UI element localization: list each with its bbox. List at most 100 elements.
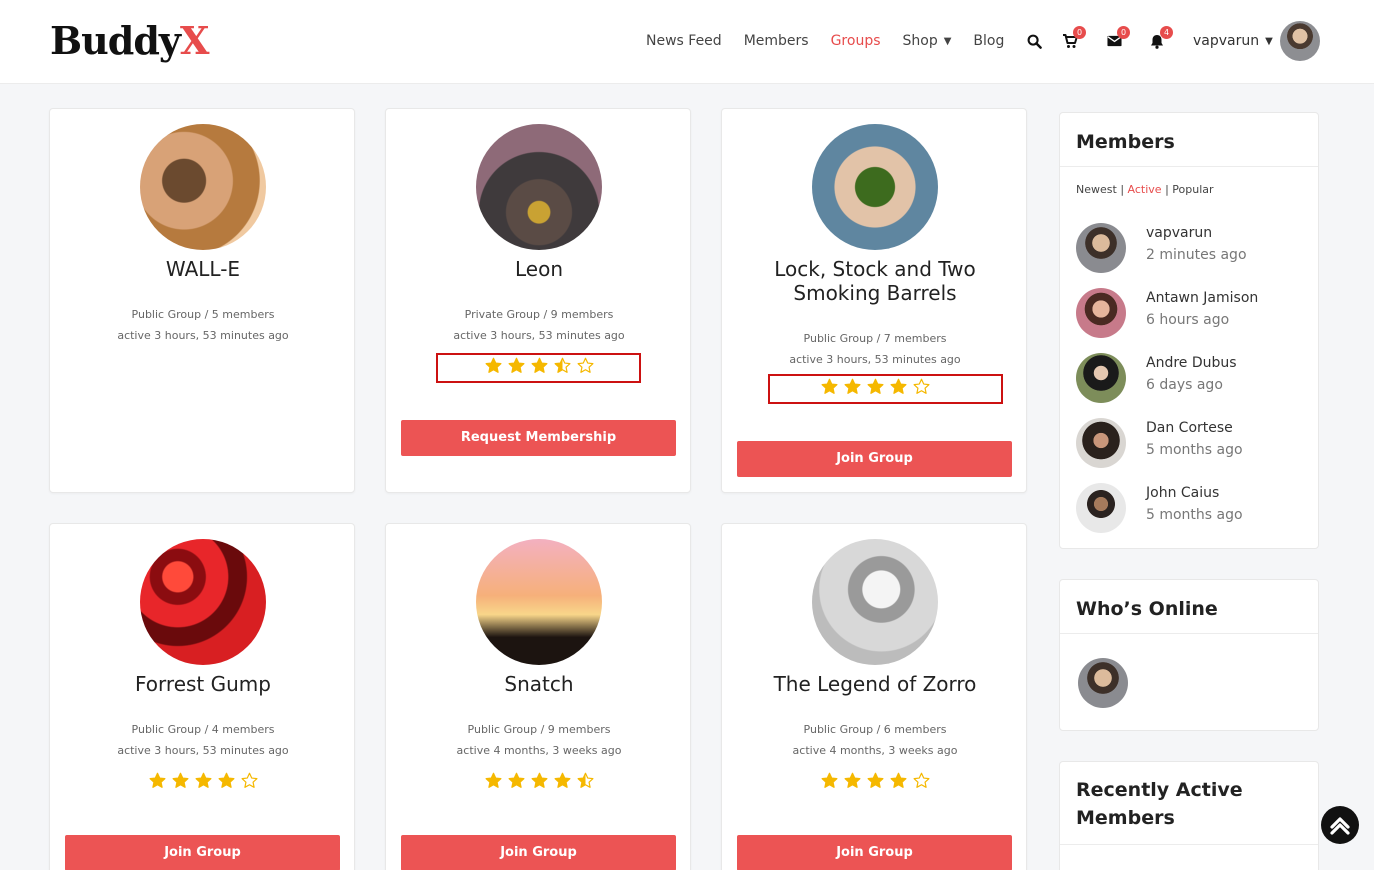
group-rating xyxy=(732,772,1018,789)
member-last-active: 6 days ago xyxy=(1146,377,1223,393)
group-avatar[interactable] xyxy=(812,539,938,665)
member-item: John Caius 5 months ago xyxy=(1076,483,1306,535)
filter-active[interactable]: Active xyxy=(1128,183,1162,196)
group-card: WALL-E Public Group / 5 members active 3… xyxy=(49,108,355,493)
nav-shop[interactable]: Shop ▼ xyxy=(903,33,952,49)
group-card: Leon Private Group / 9 members active 3 … xyxy=(385,108,691,493)
star-full-icon xyxy=(890,772,906,788)
group-activity: active 3 hours, 53 minutes ago xyxy=(453,329,625,342)
request-membership-button[interactable]: Request Membership xyxy=(401,420,676,456)
member-filters: Newest | Active | Popular xyxy=(1076,183,1214,196)
user-avatar[interactable] xyxy=(1280,21,1320,61)
widget-title-line: Members xyxy=(1076,807,1175,829)
group-avatar[interactable] xyxy=(140,124,266,250)
main-nav: News Feed Members Groups Shop ▼ Blog xyxy=(646,30,1026,52)
group-activity: active 3 hours, 53 minutes ago xyxy=(117,744,289,757)
site-header: BuddyX News Feed Members Groups Shop ▼ Bl… xyxy=(0,0,1374,84)
search-icon xyxy=(1027,34,1042,49)
filter-newest[interactable]: Newest xyxy=(1076,183,1117,196)
chevron-down-icon: ▼ xyxy=(1265,35,1273,47)
star-full-icon xyxy=(195,772,211,788)
group-meta: Public Group / 7 members xyxy=(803,332,947,345)
group-meta: Public Group / 9 members xyxy=(467,723,611,736)
member-avatar[interactable] xyxy=(1076,223,1126,273)
member-item: vapvarun 2 minutes ago xyxy=(1076,223,1306,275)
nav-members[interactable]: Members xyxy=(744,33,809,49)
star-empty-icon xyxy=(913,772,929,788)
messages-count-badge: 0 xyxy=(1117,26,1130,39)
group-activity: active 3 hours, 53 minutes ago xyxy=(117,329,289,342)
filter-popular[interactable]: Popular xyxy=(1172,183,1213,196)
widget-title: Who’s Online xyxy=(1076,598,1218,620)
online-member-avatar[interactable] xyxy=(1078,658,1128,708)
star-full-icon xyxy=(531,772,547,788)
group-card: Forrest Gump Public Group / 4 members ac… xyxy=(49,523,355,870)
group-avatar[interactable] xyxy=(140,539,266,665)
member-avatar[interactable] xyxy=(1076,418,1126,468)
group-avatar[interactable] xyxy=(476,124,602,250)
whos-online-widget: Who’s Online xyxy=(1059,579,1319,731)
group-title[interactable]: Snatch xyxy=(396,672,682,696)
member-item: Andre Dubus 6 days ago xyxy=(1076,353,1306,405)
nav-blog[interactable]: Blog xyxy=(973,33,1004,49)
star-full-icon xyxy=(508,772,524,788)
group-activity: active 4 months, 3 weeks ago xyxy=(456,744,622,757)
rating-highlight-box xyxy=(768,374,1003,404)
nav-news-feed[interactable]: News Feed xyxy=(646,33,722,49)
member-last-active: 5 months ago xyxy=(1146,442,1243,458)
group-title[interactable]: The Legend of Zorro xyxy=(732,672,1018,696)
group-meta: Public Group / 5 members xyxy=(131,308,275,321)
cart-count-badge: 0 xyxy=(1073,26,1086,39)
member-name[interactable]: Antawn Jamison xyxy=(1146,290,1258,306)
search-button[interactable] xyxy=(1023,30,1045,52)
user-menu[interactable]: vapvarun ▼ xyxy=(1193,30,1273,52)
group-card: Lock, Stock and Two Smoking Barrels Publi… xyxy=(721,108,1027,493)
site-logo[interactable]: BuddyX xyxy=(50,18,210,64)
group-title[interactable]: Lock, Stock and Two Smoking Barrels xyxy=(732,257,1018,305)
join-group-button[interactable]: Join Group xyxy=(737,441,1012,477)
member-name[interactable]: John Caius xyxy=(1146,485,1219,501)
members-widget: Members Newest | Active | Popular vapvar… xyxy=(1059,112,1319,549)
rating-highlight-box xyxy=(436,353,641,383)
member-item: Antawn Jamison 6 hours ago xyxy=(1076,288,1306,340)
member-name[interactable]: vapvarun xyxy=(1146,225,1212,241)
widget-title: Recently Active Members xyxy=(1060,776,1259,832)
star-full-icon xyxy=(172,772,188,788)
filter-separator: | xyxy=(1165,183,1169,196)
widget-title: Members xyxy=(1076,131,1175,153)
user-menu-name: vapvarun xyxy=(1193,33,1260,49)
nav-groups[interactable]: Groups xyxy=(831,33,881,49)
join-group-button[interactable]: Join Group xyxy=(401,835,676,870)
filter-separator: | xyxy=(1120,183,1125,196)
join-group-button[interactable]: Join Group xyxy=(737,835,1012,870)
group-title[interactable]: WALL-E xyxy=(60,257,346,281)
group-title-line: Lock, Stock and Two xyxy=(774,257,976,281)
star-full-icon xyxy=(844,772,860,788)
star-full-icon xyxy=(485,772,501,788)
notifications-count-badge: 4 xyxy=(1160,26,1173,39)
chevron-down-icon: ▼ xyxy=(943,35,952,47)
cart-button[interactable]: 0 xyxy=(1059,26,1086,52)
group-avatar[interactable] xyxy=(476,539,602,665)
member-name[interactable]: Dan Cortese xyxy=(1146,420,1233,436)
group-card: The Legend of Zorro Public Group / 6 mem… xyxy=(721,523,1027,870)
star-full-icon xyxy=(867,772,883,788)
group-title[interactable]: Leon xyxy=(396,257,682,281)
member-avatar[interactable] xyxy=(1076,288,1126,338)
group-meta: Private Group / 9 members xyxy=(464,308,614,321)
member-avatar[interactable] xyxy=(1076,353,1126,403)
group-title[interactable]: Forrest Gump xyxy=(60,672,346,696)
scroll-to-top-button[interactable] xyxy=(1321,806,1359,844)
member-name[interactable]: Andre Dubus xyxy=(1146,355,1237,371)
group-title-line: Smoking Barrels xyxy=(793,281,957,305)
logo-accent: X xyxy=(179,18,210,63)
join-group-button[interactable]: Join Group xyxy=(65,835,340,870)
notifications-button[interactable]: 4 xyxy=(1146,26,1173,52)
nav-shop-label: Shop xyxy=(902,33,938,49)
group-rating xyxy=(60,772,346,789)
group-avatar[interactable] xyxy=(812,124,938,250)
widget-divider xyxy=(1060,166,1318,167)
recently-active-widget: Recently Active Members xyxy=(1059,761,1319,870)
messages-button[interactable]: 0 xyxy=(1103,26,1130,52)
member-avatar[interactable] xyxy=(1076,483,1126,533)
